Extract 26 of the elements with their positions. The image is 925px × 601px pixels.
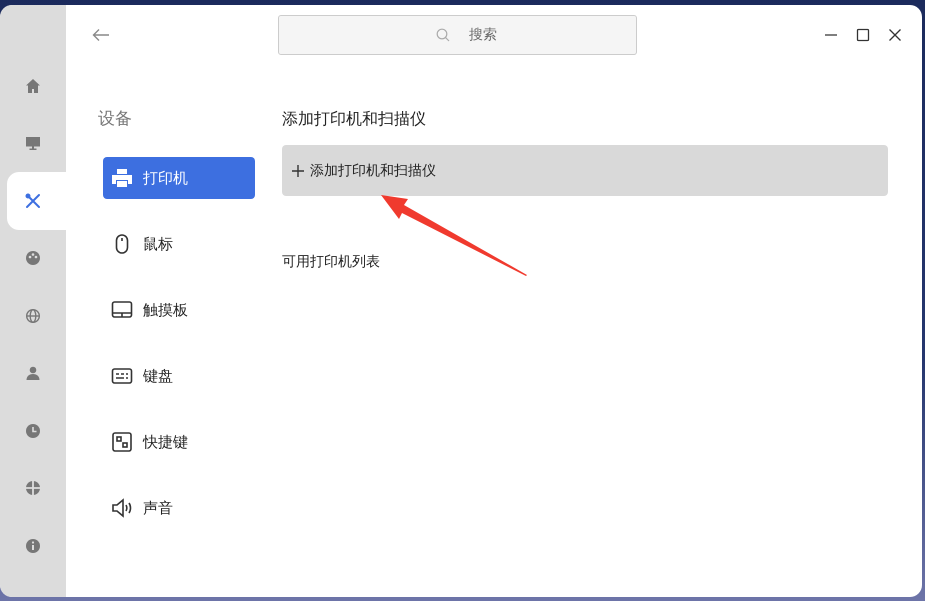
display-icon <box>25 135 41 152</box>
add-printer-button[interactable]: 添加打印机和扫描仪 <box>282 145 888 196</box>
sound-icon <box>111 497 133 519</box>
maximize-icon[interactable] <box>856 28 870 42</box>
touchpad-icon <box>111 299 133 321</box>
about-icon <box>25 538 41 554</box>
search-field[interactable]: 搜索 <box>278 15 637 55</box>
close-icon[interactable] <box>888 28 902 42</box>
category-item[interactable]: 打印机 <box>103 157 255 199</box>
network-icon <box>25 308 41 324</box>
account-icon <box>25 365 41 382</box>
printer-icon <box>111 167 133 189</box>
keyboard-icon <box>111 365 133 387</box>
back-icon[interactable] <box>92 28 110 42</box>
list-title: 可用打印机列表 <box>282 253 380 271</box>
category-item[interactable]: 鼠标 <box>103 223 255 265</box>
category-item[interactable]: 触摸板 <box>103 289 255 331</box>
home-icon <box>25 78 41 94</box>
section-title: 设备 <box>98 108 133 131</box>
plus-icon <box>292 164 304 176</box>
time-icon <box>25 422 41 439</box>
category-item[interactable]: 快捷键 <box>103 421 255 463</box>
nav-item[interactable] <box>7 172 66 230</box>
category-item[interactable]: 键盘 <box>103 355 255 397</box>
section-title: 添加打印机和扫描仪 <box>282 109 426 130</box>
category-item[interactable]: 声音 <box>103 487 255 529</box>
